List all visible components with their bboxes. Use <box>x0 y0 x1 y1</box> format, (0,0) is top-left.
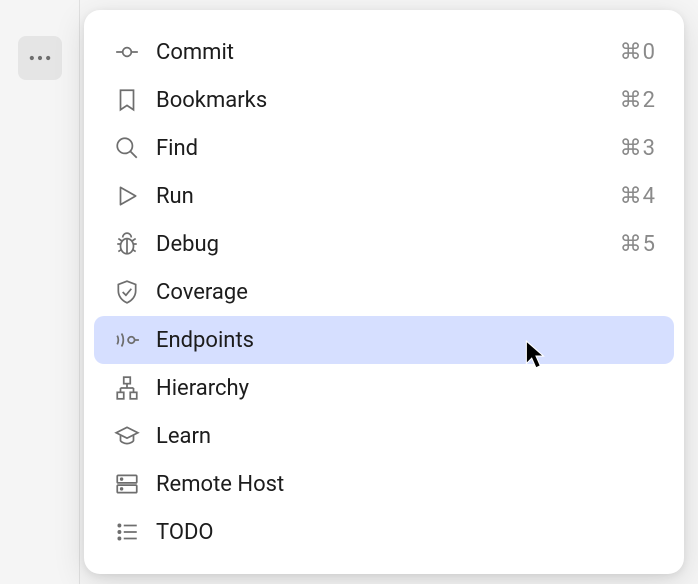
menu-item-label: Learn <box>156 424 656 449</box>
graduation-icon <box>112 421 142 451</box>
menu-item-learn[interactable]: Learn <box>94 412 674 460</box>
menu-item-label: Endpoints <box>156 328 656 353</box>
hierarchy-icon <box>112 373 142 403</box>
menu-item-debug[interactable]: Debug ⌘5 <box>94 220 674 268</box>
server-icon <box>112 469 142 499</box>
menu-item-commit[interactable]: Commit ⌘0 <box>94 28 674 76</box>
menu-item-shortcut: ⌘2 <box>620 88 656 113</box>
menu-item-find[interactable]: Find ⌘3 <box>94 124 674 172</box>
menu-item-bookmarks[interactable]: Bookmarks ⌘2 <box>94 76 674 124</box>
endpoints-icon <box>112 325 142 355</box>
menu-item-shortcut: ⌘3 <box>620 136 656 161</box>
menu-item-shortcut: ⌘0 <box>620 40 656 65</box>
menu-item-label: Debug <box>156 232 620 257</box>
menu-item-label: Bookmarks <box>156 88 620 113</box>
menu-item-todo[interactable]: TODO <box>94 508 674 556</box>
menu-item-run[interactable]: Run ⌘4 <box>94 172 674 220</box>
menu-item-label: Remote Host <box>156 472 656 497</box>
menu-item-label: Coverage <box>156 280 656 305</box>
left-gutter <box>0 0 80 584</box>
more-button[interactable] <box>18 36 62 80</box>
search-icon <box>112 133 142 163</box>
menu-item-remote-host[interactable]: Remote Host <box>94 460 674 508</box>
menu-item-shortcut: ⌘5 <box>620 232 656 257</box>
bookmark-icon <box>112 85 142 115</box>
menu-item-coverage[interactable]: Coverage <box>94 268 674 316</box>
menu-item-hierarchy[interactable]: Hierarchy <box>94 364 674 412</box>
ellipsis-icon <box>26 44 54 72</box>
menu-item-shortcut: ⌘4 <box>620 184 656 209</box>
menu-item-endpoints[interactable]: Endpoints <box>94 316 674 364</box>
play-icon <box>112 181 142 211</box>
shield-check-icon <box>112 277 142 307</box>
menu-item-label: Run <box>156 184 620 209</box>
commit-icon <box>112 37 142 67</box>
bug-icon <box>112 229 142 259</box>
list-icon <box>112 517 142 547</box>
menu-item-label: Commit <box>156 40 620 65</box>
context-menu: Commit ⌘0 Bookmarks ⌘2 Find ⌘3 Run ⌘4 De… <box>84 10 684 574</box>
menu-item-label: Hierarchy <box>156 376 656 401</box>
menu-item-label: Find <box>156 136 620 161</box>
menu-item-label: TODO <box>156 520 656 545</box>
